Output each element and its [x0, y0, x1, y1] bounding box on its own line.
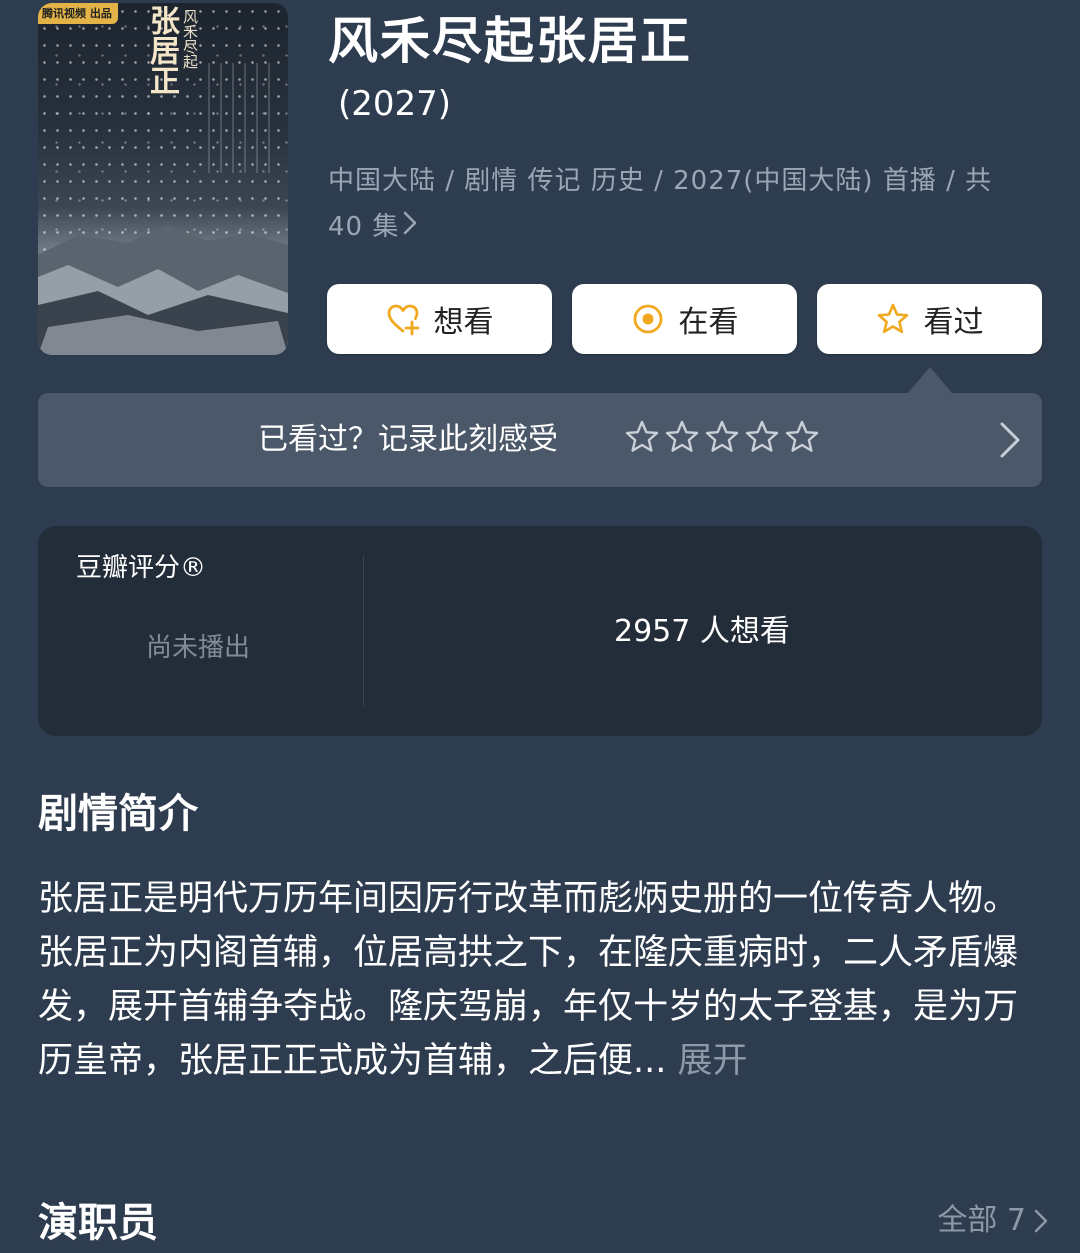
watching-label: 在看 [678, 305, 739, 340]
target-circle-icon [633, 304, 662, 334]
producer-tag: 腾讯视频 出品 [38, 3, 118, 24]
rating-star-icon[interactable] [624, 419, 660, 455]
cast-all-link[interactable]: 全部 7 [937, 1200, 1048, 1242]
synopsis-body: 张居正是明代万历年间因厉行改革而彪炳史册的一位传奇人物。张居正为内阁首辅，位居高… [38, 879, 1019, 1081]
rating-prompt-bar[interactable]: 已看过？记录此刻感受 [38, 393, 1042, 487]
release-year: (2027) [338, 84, 452, 124]
rating-star-icon[interactable] [784, 419, 820, 455]
want-count: 2957 人想看 [614, 614, 790, 649]
poster-fine-print [208, 63, 278, 173]
rating-star-icon[interactable] [704, 419, 740, 455]
rating-prompt-text: 已看过？记录此刻感受 [258, 422, 558, 457]
heart-plus-icon [387, 304, 419, 336]
poster-palace-roofs [38, 225, 288, 355]
meta-info[interactable]: 中国大陆 / 剧情 传记 历史 / 2027(中国大陆) 首播 / 共 40 集 [328, 158, 1028, 250]
poster-image[interactable]: 腾讯视频 出品 张居正 风禾尽起 [38, 3, 288, 355]
want-to-watch-button[interactable]: 想看 [327, 284, 552, 354]
cast-all-label: 全部 7 [937, 1203, 1026, 1238]
expand-link[interactable]: 展开 [678, 1041, 748, 1081]
watched-button[interactable]: 看过 [817, 284, 1042, 354]
cast-heading: 演职员 [38, 1200, 158, 1246]
synopsis-heading: 剧情简介 [38, 791, 198, 837]
want-to-watch-label: 想看 [433, 305, 494, 340]
douban-score-panel: 豆瓣评分® 尚未播出 2957 人想看 [38, 526, 1042, 736]
chevron-right-icon[interactable] [998, 421, 1022, 459]
rating-bar-pointer [908, 367, 952, 393]
douban-score-label: 豆瓣评分® [76, 553, 207, 583]
page-title: 风禾尽起张居正 [328, 12, 692, 70]
meta-text: 中国大陆 / 剧情 传记 历史 / 2027(中国大陆) 首播 / 共 40 集 [328, 166, 993, 242]
synopsis-text: 张居正是明代万历年间因厉行改革而彪炳史册的一位传奇人物。张居正为内阁首辅，位居高… [38, 872, 1028, 1088]
watched-label: 看过 [923, 305, 984, 340]
score-status: 尚未播出 [146, 633, 251, 663]
star-outline-icon [877, 303, 908, 334]
poster-subtitle-text: 风禾尽起 [181, 9, 199, 69]
chevron-right-icon [1034, 1209, 1048, 1233]
rating-star-icon[interactable] [744, 419, 780, 455]
score-divider [363, 556, 364, 706]
rating-star-icon[interactable] [664, 419, 700, 455]
chevron-right-icon [404, 211, 417, 235]
watching-button[interactable]: 在看 [572, 284, 797, 354]
poster-title-text: 张居正 [144, 5, 179, 95]
rating-stars[interactable] [624, 419, 824, 455]
